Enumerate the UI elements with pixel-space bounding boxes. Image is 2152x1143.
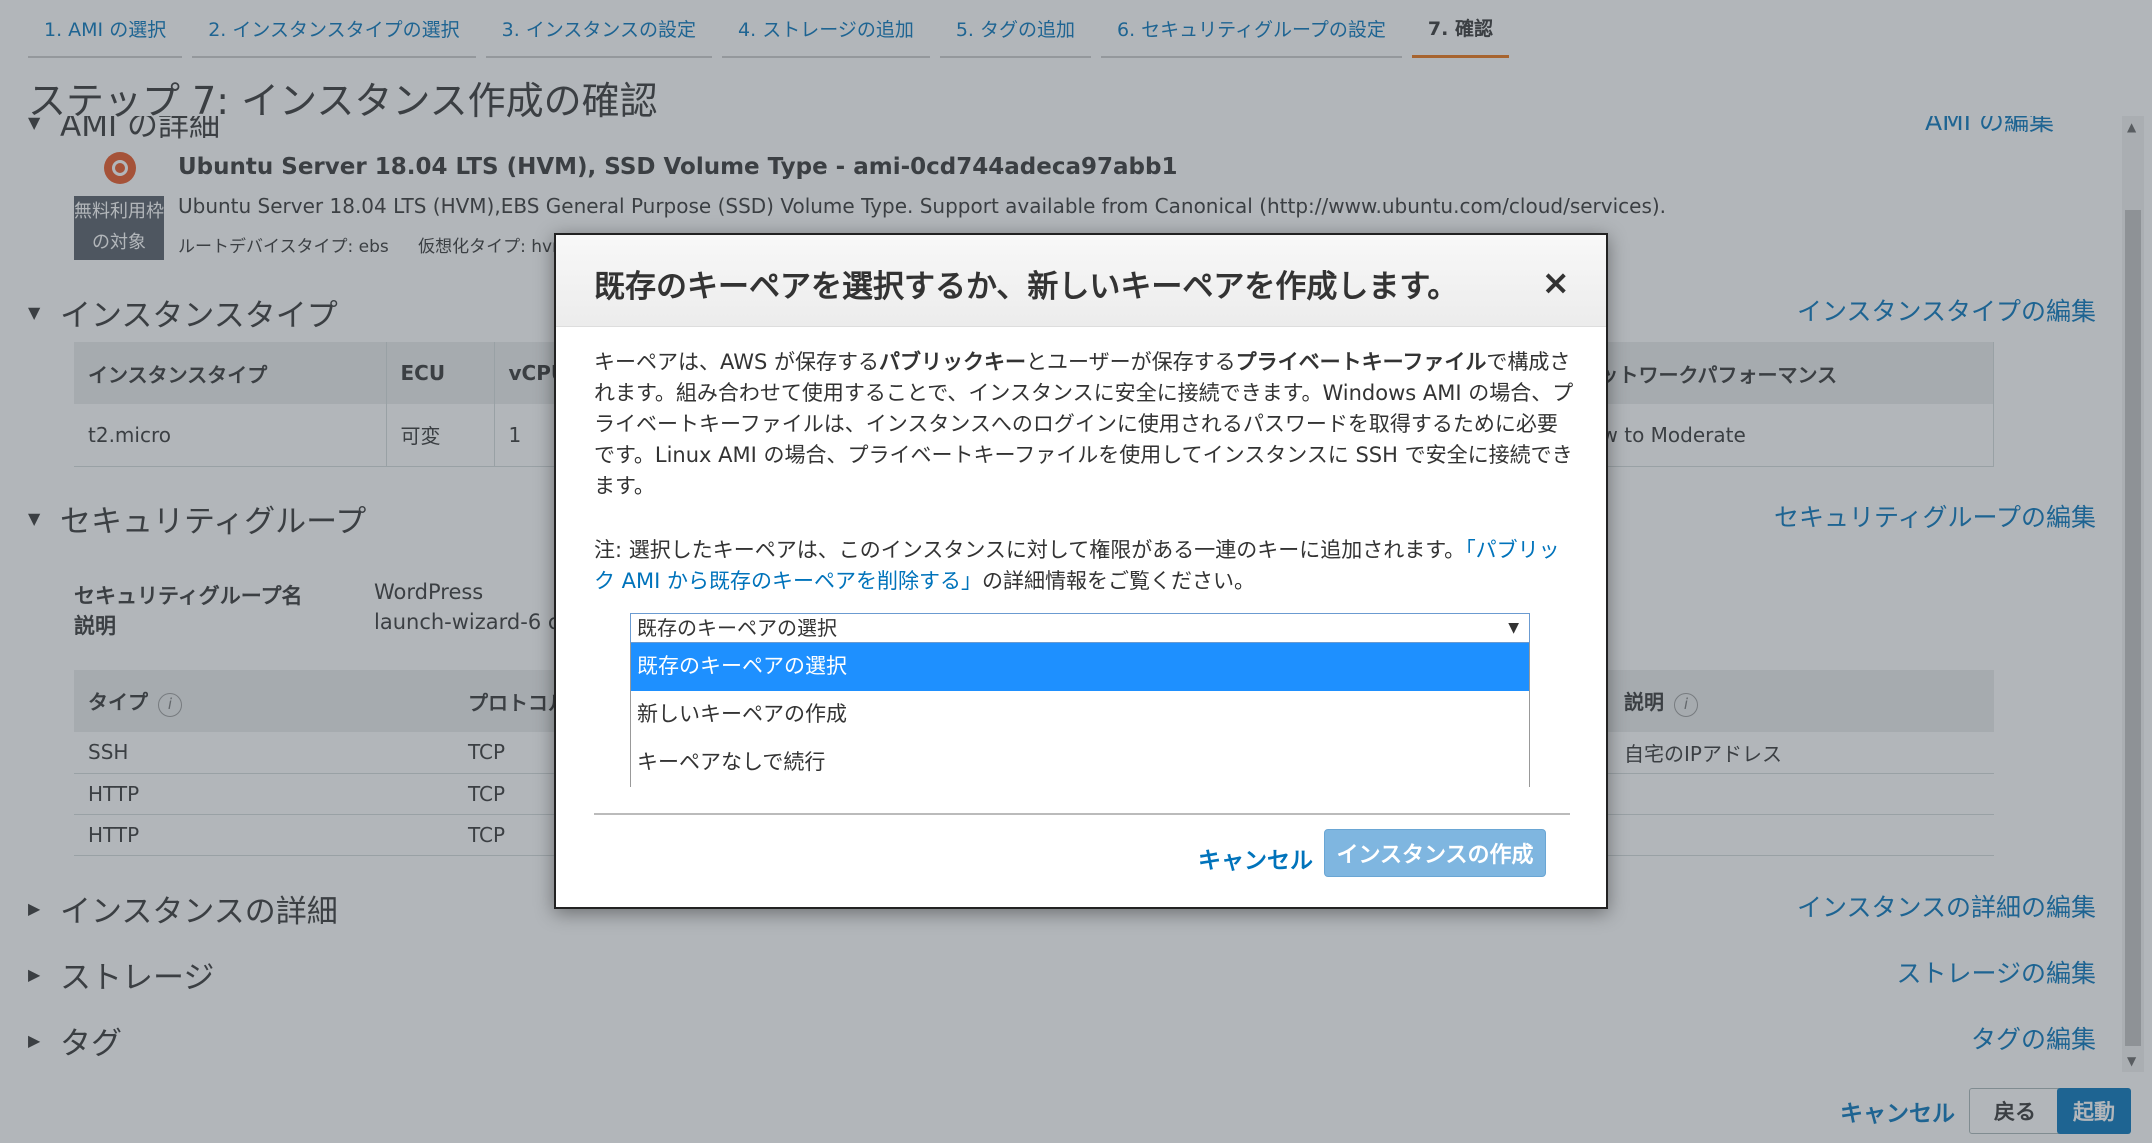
key-pair-select[interactable]: 既存のキーペアの選択 ▼ [630,613,1530,643]
option-existing-key-pair[interactable]: 既存のキーペアの選択 [631,643,1529,691]
select-value: 既存のキーペアの選択 [637,616,837,640]
dialog-note: 注: 選択したキーペアは、このインスタンスに対して権限がある一連のキーに追加され… [594,538,1560,593]
dialog-cancel-button[interactable]: キャンセル [1198,841,1313,875]
dialog-title: 既存のキーペアを選択するか、新しいキーペアを作成します。 [594,269,1459,305]
key-pair-options: 既存のキーペアの選択 新しいキーペアの作成 キーペアなしで続行 [630,643,1530,787]
chevron-down-icon: ▼ [1508,620,1519,636]
dialog-description: キーペアは、AWS が保存するパブリックキーとユーザーが保存するプライベートキー… [594,350,1574,498]
dialog-divider [594,813,1570,815]
option-new-key-pair[interactable]: 新しいキーペアの作成 [631,691,1529,739]
dialog-header: 既存のキーペアを選択するか、新しいキーペアを作成します。 × [556,235,1606,327]
close-icon[interactable]: × [1542,263,1571,303]
create-instance-button[interactable]: インスタンスの作成 [1324,829,1546,877]
key-pair-dialog: 既存のキーペアを選択するか、新しいキーペアを作成します。 × キーペアは、AWS… [554,233,1608,909]
option-no-key-pair[interactable]: キーペアなしで続行 [631,739,1529,787]
